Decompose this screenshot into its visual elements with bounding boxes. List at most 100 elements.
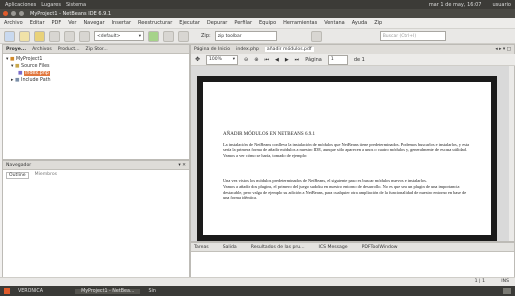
pdf-viewer[interactable]: AÑADIR MÓDULOS EN NETBEANS 6.9.1 La inst… [191, 66, 514, 241]
expand-icon[interactable]: ▾ [11, 64, 13, 69]
output-panel: Tareas Salida Resultados de las pru... I… [190, 242, 515, 278]
zoom-in-icon[interactable]: ⊕ [254, 57, 258, 63]
tree-item-project[interactable]: ▾ ■ MyProject1 [6, 56, 186, 63]
zip-label: Zip: [201, 33, 211, 39]
tab-members[interactable]: Miembros [33, 172, 59, 179]
minimize-window-button[interactable] [11, 11, 16, 16]
tab-pdf-tool-window[interactable]: PDFToolWindow [362, 245, 398, 250]
tab-files[interactable]: Archivos [32, 47, 52, 52]
projects-pane: Proye... Archivos Product... Zip Stor...… [2, 44, 190, 160]
menu-ver[interactable]: Ver [68, 20, 76, 26]
editor-area: Página de Inicio index.php añadir módulo… [190, 44, 515, 242]
tab-tasks[interactable]: Tareas [194, 245, 209, 250]
pane-close-icon[interactable]: ▾ ✕ [178, 163, 186, 168]
projects-tabs: Proye... Archivos Product... Zip Stor... [3, 45, 189, 54]
expand-icon[interactable]: ▾ [6, 57, 8, 62]
tab-ics-message[interactable]: ICS Message [319, 245, 348, 250]
run-project-icon[interactable] [148, 30, 159, 42]
page-label: Página [305, 56, 322, 63]
save-all-icon[interactable] [49, 30, 60, 42]
tree-item-label: MyProject1 [16, 57, 43, 62]
previous-page-icon[interactable]: ◀ [275, 57, 279, 63]
folder-icon: ■ [14, 64, 20, 69]
show-desktop-icon[interactable] [4, 288, 10, 294]
menu-equipo[interactable]: Equipo [259, 20, 276, 26]
navigator-title[interactable]: Navegador [6, 163, 31, 168]
tab-output[interactable]: Salida [223, 245, 237, 250]
configuration-combo[interactable]: <default> ▾ [94, 31, 144, 41]
menu-insertar[interactable]: Insertar [112, 20, 131, 26]
zip-toolbar-field[interactable]: zip toolbar [214, 31, 277, 41]
cursor-position: 1 | 1 [474, 279, 485, 284]
menu-reestructurar[interactable]: Reestructurar [138, 20, 172, 26]
menu-editar[interactable]: Editar [30, 20, 45, 26]
system-menu[interactable]: Sistema [66, 2, 86, 8]
navigator-tabs: Outline Miembros [3, 170, 189, 181]
redo-icon[interactable] [79, 30, 90, 42]
tree-item-source-files[interactable]: ▾ ■ Source Files [6, 63, 186, 70]
tree-item-label: Source Files [21, 64, 50, 69]
tab-index-php[interactable]: index.php [236, 47, 259, 52]
tab-test-results[interactable]: Resultados de las pru... [251, 245, 305, 250]
menu-ventana[interactable]: Ventana [324, 20, 345, 26]
editor-tab-controls-icon[interactable]: ◂ ▸ ▾ □ [495, 47, 511, 52]
profile-project-icon[interactable] [178, 30, 189, 42]
menu-perfilar[interactable]: Perfilar [234, 20, 252, 26]
menu-ayuda[interactable]: Ayuda [352, 20, 367, 26]
zoom-out-icon[interactable]: ⊖ [244, 57, 248, 63]
tree-item-index-php[interactable]: ■ index.php [6, 70, 186, 77]
taskbar-item-veronica[interactable]: VERONICA [18, 289, 43, 294]
last-page-icon[interactable]: ⏭ [295, 57, 300, 63]
menu-pdf[interactable]: PDF [52, 20, 62, 26]
maximize-window-button[interactable] [19, 11, 24, 16]
pdf-toolbar: ✥ 100% ▾ ⊖ ⊕ ⏮ ◀ ▶ ⏭ Página 1 de 1 [191, 54, 515, 66]
project-icon: ■ [9, 57, 15, 62]
tab-products[interactable]: Product... [58, 47, 80, 52]
first-page-icon[interactable]: ⏮ [264, 57, 269, 63]
open-project-icon[interactable] [34, 30, 45, 42]
trash-icon[interactable] [503, 288, 511, 294]
expand-icon[interactable]: ▸ [11, 78, 13, 83]
zoom-combo[interactable]: 100% ▾ [206, 54, 239, 65]
new-project-icon[interactable] [4, 30, 15, 42]
project-tree: ▾ ■ MyProject1 ▾ ■ Source Files ■ index.… [3, 54, 189, 86]
tab-outline[interactable]: Outline [6, 172, 29, 179]
pdf-scrollbar[interactable] [509, 66, 514, 241]
window-title: MyProject1 - NetBeans IDE 6.9.1 [30, 10, 112, 17]
zip-action-icon[interactable] [310, 30, 322, 42]
main-toolbar: <default> ▾ Zip: zip toolbar Buscar (Ctrl… [0, 29, 515, 44]
menu-ejecutar[interactable]: Ejecutar [179, 20, 200, 26]
menu-depurar[interactable]: Depurar [207, 20, 227, 26]
tab-pdf-document[interactable]: añadir módulos.pdf [264, 47, 314, 52]
new-file-icon[interactable] [19, 30, 30, 42]
undo-icon[interactable] [64, 30, 75, 42]
applications-menu[interactable]: Aplicaciones [5, 2, 36, 8]
clock[interactable]: mar 1 de may, 16:07 [429, 2, 482, 8]
menu-archivo[interactable]: Archivo [4, 20, 23, 26]
tree-item-label: Include Path [21, 78, 51, 83]
debug-project-icon[interactable] [163, 30, 174, 42]
next-page-icon[interactable]: ▶ [285, 57, 289, 63]
status-bar: 1 | 1 INS [0, 277, 515, 286]
search-placeholder: Buscar (Ctrl+I) [382, 33, 417, 39]
navigator-title-bar: Navegador ▾ ✕ [3, 161, 189, 170]
tab-zip-store[interactable]: Zip Stor... [86, 47, 108, 52]
tree-item-label: index.php [24, 71, 50, 76]
search-input[interactable]: Buscar (Ctrl+I) [379, 31, 446, 41]
menu-zip[interactable]: Zip [374, 20, 382, 26]
tree-item-include-path[interactable]: ▸ ■ Include Path [6, 77, 186, 84]
page-total: de 1 [353, 56, 365, 63]
menu-navegar[interactable]: Navegar [83, 20, 104, 26]
tab-projects[interactable]: Proye... [6, 47, 26, 52]
menu-herramientas[interactable]: Herramientas [283, 20, 317, 26]
pdf-tool-icon[interactable]: ✥ [195, 56, 200, 63]
page-number-input[interactable]: 1 [327, 54, 348, 65]
pdf-page[interactable]: AÑADIR MÓDULOS EN NETBEANS 6.9.1 La inst… [197, 76, 497, 241]
places-menu[interactable]: Lugares [41, 2, 61, 8]
tab-start-page[interactable]: Página de Inicio [194, 47, 230, 52]
taskbar-item-sin[interactable]: Sin [148, 289, 155, 294]
menubar: Archivo Editar PDF Ver Navegar Insertar … [0, 18, 515, 29]
user-menu[interactable]: usuario [492, 2, 511, 8]
taskbar-item-netbeans[interactable]: MyProject1 - NetBea... [75, 288, 141, 294]
close-window-button[interactable] [3, 11, 8, 16]
